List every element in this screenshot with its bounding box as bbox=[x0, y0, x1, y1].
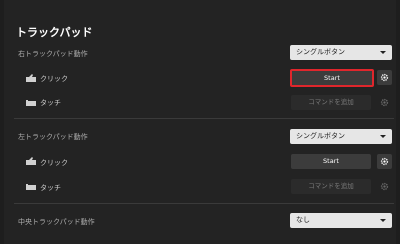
left-click-settings-button[interactable] bbox=[377, 154, 392, 169]
right-click-start-button[interactable]: Start bbox=[290, 69, 374, 87]
left-trackpad-label: 左トラックパッド動作 bbox=[18, 133, 88, 141]
right-touch-settings-button[interactable] bbox=[377, 95, 392, 110]
trackpad-click-icon bbox=[26, 157, 36, 165]
right-trackpad-mode-dropdown[interactable]: シングルボタン bbox=[290, 45, 392, 60]
right-touch-add-command-button[interactable]: コマンドを追加 bbox=[291, 95, 371, 110]
left-click-label: クリック bbox=[40, 159, 68, 167]
left-touch-settings-button[interactable] bbox=[377, 179, 392, 194]
page-title: トラックパッド bbox=[16, 26, 93, 39]
right-touch-label: タッチ bbox=[40, 99, 61, 107]
gear-icon bbox=[380, 98, 389, 107]
left-touch-add-command-button[interactable]: コマンドを追加 bbox=[291, 179, 371, 194]
left-click-start-button[interactable]: Start bbox=[291, 154, 371, 169]
trackpad-touch-icon bbox=[26, 98, 36, 106]
section-divider bbox=[14, 118, 394, 119]
left-touch-label: タッチ bbox=[40, 184, 61, 192]
chevron-down-icon bbox=[380, 51, 386, 54]
right-trackpad-label: 右トラックパッド動作 bbox=[18, 50, 88, 58]
gear-icon bbox=[380, 157, 389, 166]
right-click-label: クリック bbox=[40, 75, 68, 83]
right-trackpad-mode-value: シングルボタン bbox=[296, 48, 345, 56]
left-trackpad-mode-dropdown[interactable]: シングルボタン bbox=[290, 129, 392, 144]
trackpad-touch-icon bbox=[26, 182, 36, 190]
chevron-down-icon bbox=[380, 135, 386, 138]
chevron-down-icon bbox=[380, 219, 386, 222]
center-trackpad-mode-dropdown[interactable]: なし bbox=[290, 213, 392, 228]
right-click-settings-button[interactable] bbox=[377, 70, 392, 85]
gear-icon bbox=[380, 182, 389, 191]
section-divider bbox=[14, 203, 394, 204]
center-trackpad-label: 中央トラックパッド動作 bbox=[18, 218, 95, 226]
center-trackpad-mode-value: なし bbox=[296, 216, 310, 224]
trackpad-click-icon bbox=[26, 74, 36, 82]
gear-icon bbox=[380, 73, 389, 82]
left-trackpad-mode-value: シングルボタン bbox=[296, 132, 345, 140]
trackpad-settings-panel: トラックパッド 右トラックパッド動作 シングルボタン クリック Start タッ… bbox=[4, 0, 396, 244]
